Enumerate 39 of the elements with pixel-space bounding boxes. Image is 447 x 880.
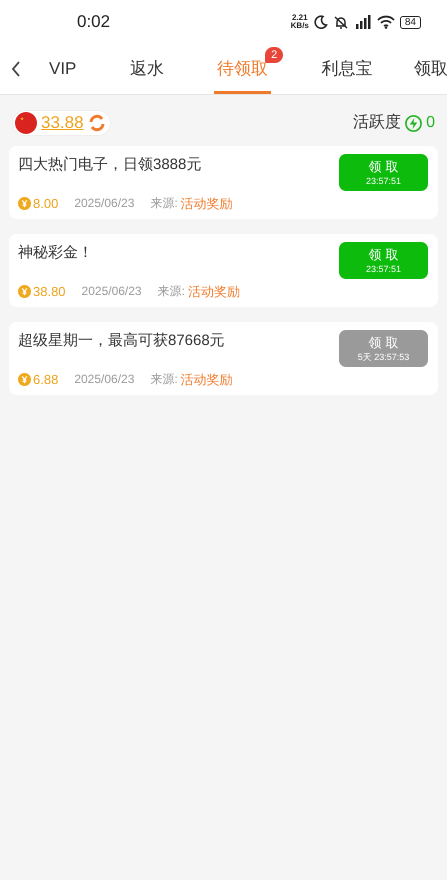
coin-icon [18, 284, 31, 298]
tab[interactable]: 领取 [410, 44, 447, 94]
source-label: 来源: [150, 371, 178, 388]
tab[interactable]: 利息宝 [318, 44, 376, 94]
reward-source: 活动奖励 [180, 370, 233, 388]
activity-label: 活跃度 [353, 112, 402, 133]
flag-icon [15, 112, 37, 134]
reward-date: 2025/06/23 [82, 283, 142, 300]
activity-value: 0 [426, 113, 435, 133]
reward-source: 活动奖励 [180, 194, 233, 212]
coin-icon [18, 372, 31, 386]
refresh-icon[interactable] [88, 114, 106, 132]
reward-title: 超级星期一，最高可获87668元 [18, 331, 226, 351]
source-label: 来源: [150, 195, 178, 212]
source-label: 来源: [158, 283, 185, 300]
reward-amount: 6.88 [33, 370, 58, 388]
reward-amount: 8.00 [33, 194, 58, 212]
lightning-icon [405, 114, 422, 132]
reward-amount: 38.80 [33, 282, 66, 300]
reward-title: 四大热门电子，日领3888元 [18, 155, 202, 175]
reward-date: 2025/06/23 [74, 195, 134, 212]
back-icon [11, 61, 21, 77]
battery-indicator: 84 [400, 16, 421, 28]
signal-icon [354, 15, 372, 29]
balance-amount[interactable]: 33.88 [41, 110, 84, 136]
moon-icon [314, 15, 328, 29]
coin-icon [18, 196, 31, 210]
status-time: 0:02 [77, 11, 110, 34]
claim-button[interactable]: 领 取 23:57:51 [339, 154, 428, 191]
reward-date: 2025/06/23 [74, 371, 134, 388]
network-speed: 2.21 KB/s [290, 14, 309, 30]
wifi-icon [376, 15, 395, 29]
count-badge: 2 [265, 47, 284, 63]
mute-bell-icon [332, 14, 349, 30]
reward-title: 神秘彩金！ [18, 243, 94, 263]
reward-source: 活动奖励 [188, 282, 240, 300]
tab[interactable]: 返水 [126, 44, 167, 94]
tab[interactable]: VIP [46, 44, 80, 94]
claim-button[interactable]: 领 取 23:57:51 [339, 242, 428, 279]
